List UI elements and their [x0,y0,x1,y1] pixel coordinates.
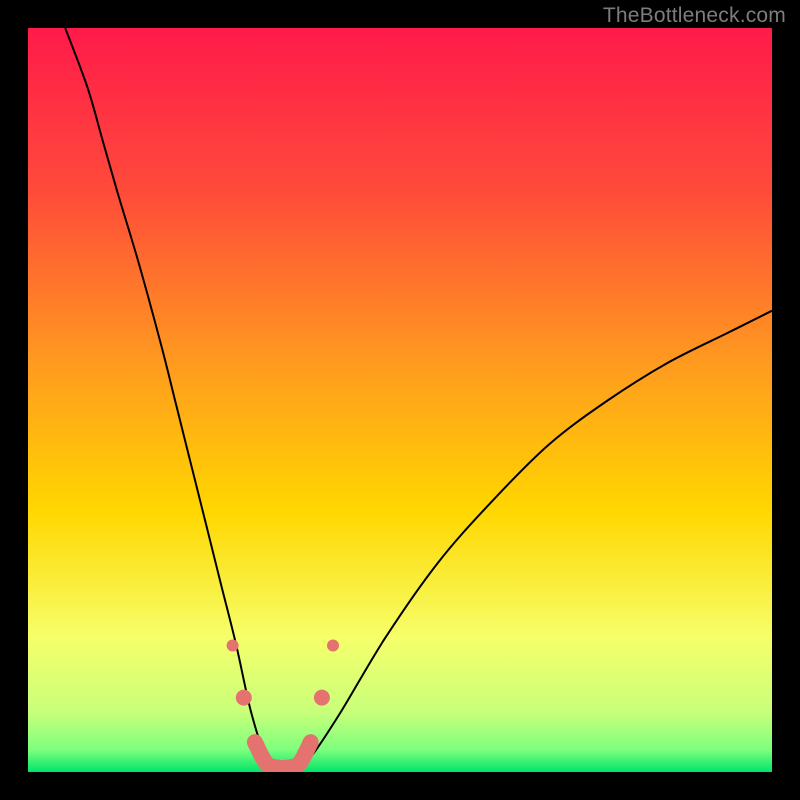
valley-marker-dot [227,640,239,652]
valley-marker-dot [327,640,339,652]
plot-svg [28,28,772,772]
valley-marker-dot [236,690,252,706]
chart-frame: TheBottleneck.com [0,0,800,800]
bottleneck-plot [28,28,772,772]
gradient-background [28,28,772,772]
valley-marker-dot [314,690,330,706]
watermark-text: TheBottleneck.com [603,4,786,28]
